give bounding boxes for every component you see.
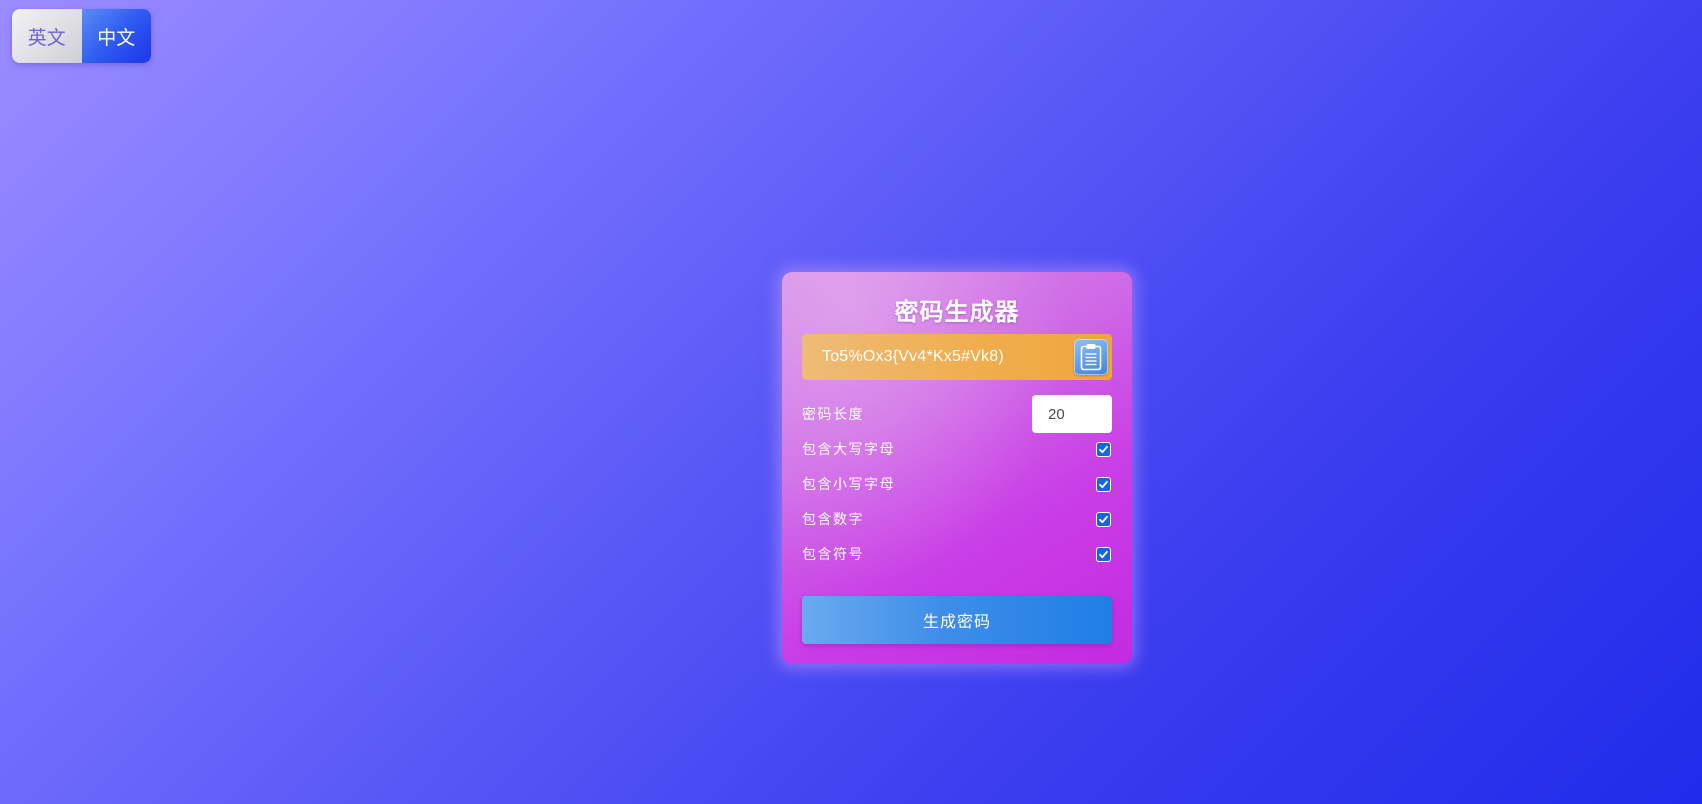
clipboard-icon — [1080, 344, 1102, 371]
checkmark-icon — [1099, 550, 1108, 558]
option-row-numbers: 包含数字 — [802, 509, 1112, 529]
password-length-input[interactable] — [1032, 395, 1112, 433]
chinese-language-button[interactable]: 中文 — [81, 9, 151, 63]
symbols-checkbox[interactable] — [1097, 547, 1110, 561]
english-language-button[interactable]: 英文 — [12, 9, 82, 63]
checkmark-icon — [1099, 515, 1108, 523]
password-display: To5%Ox3{Vv4*Kx5#Vk8) — [802, 334, 1112, 380]
length-label: 密码长度 — [802, 407, 864, 423]
option-label-symbols: 包含符号 — [802, 547, 864, 563]
generate-password-button[interactable]: 生成密码 — [802, 596, 1112, 644]
copy-password-button[interactable] — [1074, 339, 1108, 375]
option-label-lowercase: 包含小写字母 — [802, 477, 895, 493]
checkmark-icon — [1099, 445, 1108, 453]
numbers-checkbox[interactable] — [1097, 512, 1110, 526]
password-generator-card: 密码生成器 To5%Ox3{Vv4*Kx5#Vk8) 密码长度 包含大写字母 包… — [782, 272, 1132, 664]
option-row-uppercase: 包含大写字母 — [802, 439, 1112, 459]
checkmark-icon — [1099, 480, 1108, 488]
generated-password: To5%Ox3{Vv4*Kx5#Vk8) — [822, 348, 1004, 365]
lowercase-checkbox[interactable] — [1097, 477, 1110, 491]
card-title: 密码生成器 — [894, 298, 1020, 326]
option-label-numbers: 包含数字 — [802, 512, 864, 528]
uppercase-checkbox[interactable] — [1097, 442, 1110, 456]
language-switcher: 英文 中文 — [12, 9, 151, 63]
option-label-uppercase: 包含大写字母 — [802, 442, 895, 458]
option-row-symbols: 包含符号 — [802, 544, 1112, 564]
length-row: 密码长度 — [802, 395, 1112, 433]
option-row-lowercase: 包含小写字母 — [802, 474, 1112, 494]
